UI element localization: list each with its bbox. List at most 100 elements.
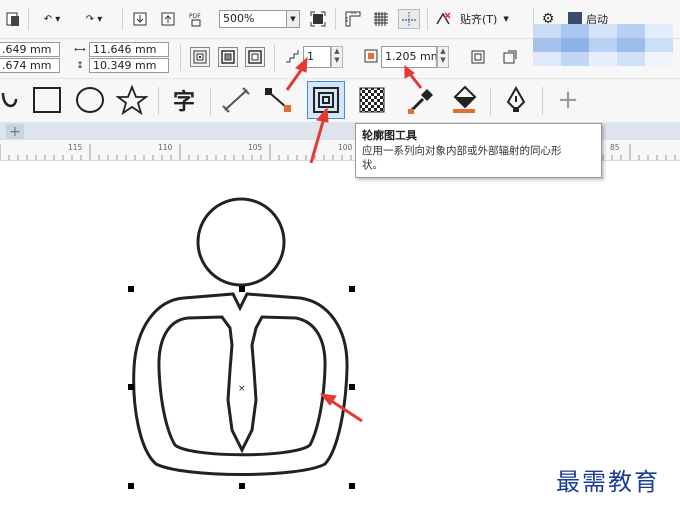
toolbar-divider <box>180 45 181 71</box>
connector-icon <box>265 88 291 112</box>
inside-contour-icon <box>221 50 235 64</box>
snap-off-icon <box>436 12 451 25</box>
dimension-tool[interactable] <box>218 85 254 115</box>
zoom-dropdown-button[interactable]: ▼ <box>286 10 300 28</box>
plus-icon: + <box>9 123 21 140</box>
object-height-field[interactable]: 10.349 mm <box>89 58 169 73</box>
show-rulers-button[interactable] <box>342 9 364 29</box>
zoom-level-field[interactable]: 500% <box>219 10 287 28</box>
undo-icon: ↶ ▾ <box>43 13 61 25</box>
snap-to-menu[interactable]: 贴齐(T) ▼ <box>460 9 528 29</box>
add-tool-button[interactable]: + <box>552 85 584 115</box>
acceleration-icon <box>471 50 485 64</box>
fullscreen-icon <box>310 11 326 27</box>
object-x-field[interactable]: .649 mm <box>0 42 60 57</box>
contour-offset-field[interactable]: 1.205 mm <box>381 46 437 68</box>
rectangle-tool[interactable] <box>30 85 66 115</box>
to-center-icon <box>193 50 207 64</box>
object-width-field[interactable]: 11.646 mm <box>89 42 169 57</box>
plus-icon: + <box>557 85 579 115</box>
ruler-label: 105 <box>248 143 263 152</box>
polygon-tool[interactable] <box>114 85 150 115</box>
toolbar-divider <box>210 87 211 115</box>
curve-icon <box>1 92 18 107</box>
copy-contour-properties-button[interactable] <box>500 47 520 67</box>
snap-off-button[interactable] <box>432 9 454 29</box>
ellipse-icon <box>76 87 104 113</box>
person-head-shape[interactable] <box>196 197 286 287</box>
undo-button[interactable]: ↶ ▾ <box>34 9 70 29</box>
blurred-region <box>533 24 673 66</box>
contour-icon <box>313 87 339 113</box>
new-document-tab-button[interactable]: + <box>6 123 24 140</box>
toolbar-divider <box>122 8 123 30</box>
guidelines-icon <box>402 12 416 26</box>
star-icon <box>116 85 148 115</box>
grid-icon <box>374 12 388 26</box>
tooltip-title: 轮廓图工具 <box>362 129 417 142</box>
full-screen-preview-button[interactable] <box>308 9 328 29</box>
copy-properties-icon <box>503 50 517 64</box>
toolbar-divider <box>158 87 159 115</box>
contour-inside-button[interactable] <box>218 47 238 67</box>
contour-steps-icon <box>283 47 301 65</box>
watermark-text: 最需教育 <box>556 468 660 496</box>
height-icon: ↕ <box>76 60 84 71</box>
width-icon: ⟷ <box>74 45 86 54</box>
outline-pen-tool[interactable] <box>498 85 534 115</box>
transparency-tool[interactable] <box>354 85 390 115</box>
rectangle-icon <box>33 87 61 113</box>
import-button[interactable] <box>130 9 150 29</box>
toolbar-divider <box>28 8 29 30</box>
drawing-canvas[interactable]: × <box>0 160 680 507</box>
outside-contour-icon <box>248 50 262 64</box>
chevron-down-icon: ▼ <box>503 15 509 23</box>
ruler-label: 85 <box>610 143 620 152</box>
object-y-field[interactable]: .674 mm <box>0 58 60 73</box>
redo-icon: ↷ ▾ <box>85 13 103 25</box>
eyedropper-tool[interactable] <box>402 85 438 115</box>
paste-icon[interactable] <box>2 9 24 29</box>
contour-steps-stepper[interactable]: ▲ ▼ <box>331 46 343 68</box>
contour-steps-field[interactable]: 1 <box>303 46 331 68</box>
publish-pdf-button[interactable]: PDF <box>186 9 208 29</box>
ellipse-tool[interactable] <box>72 85 108 115</box>
dimension-line-icon <box>222 87 250 113</box>
center-marker: × <box>238 384 246 394</box>
checkerboard-icon <box>359 87 385 113</box>
redo-button[interactable]: ↷ ▾ <box>76 9 112 29</box>
svg-text:PDF: PDF <box>189 13 201 20</box>
ruler-label: 115 <box>68 143 83 152</box>
export-button[interactable] <box>158 9 178 29</box>
toolbar-divider <box>427 8 428 30</box>
pen-nib-icon <box>506 86 526 112</box>
import-icon <box>133 12 147 26</box>
contour-offset-icon <box>362 47 380 65</box>
show-guidelines-button[interactable] <box>398 9 420 29</box>
connector-tool[interactable] <box>260 85 296 115</box>
toolbox: 字 + <box>0 78 680 123</box>
freehand-tool[interactable] <box>0 85 22 115</box>
text-icon: 字 <box>172 90 195 115</box>
contour-tool[interactable] <box>307 81 345 119</box>
chevron-down-icon: ▼ <box>290 15 296 23</box>
pdf-icon: PDF <box>189 13 201 27</box>
fill-bucket-icon <box>453 85 477 113</box>
ruler-icon <box>345 11 361 27</box>
export-icon <box>161 12 175 26</box>
contour-outside-button[interactable] <box>245 47 265 67</box>
contour-to-center-button[interactable] <box>190 47 210 67</box>
interactive-fill-tool[interactable] <box>446 85 482 115</box>
toolbar-divider <box>274 45 275 71</box>
ruler-label: 110 <box>158 143 173 152</box>
text-tool[interactable]: 字 <box>166 85 202 115</box>
ruler-label: 100 <box>338 143 353 152</box>
object-acceleration-button[interactable] <box>468 47 488 67</box>
toolbar-divider <box>542 87 543 115</box>
toolbar-divider <box>490 87 491 115</box>
snap-to-label: 贴齐(T) <box>460 13 498 26</box>
contour-offset-stepper[interactable]: ▲ ▼ <box>437 46 449 68</box>
eyedropper-icon <box>408 89 433 114</box>
show-grid-button[interactable] <box>370 9 392 29</box>
tooltip-description-line1: 应用一系列向对象内部或外部辐射的同心形 <box>362 145 562 157</box>
